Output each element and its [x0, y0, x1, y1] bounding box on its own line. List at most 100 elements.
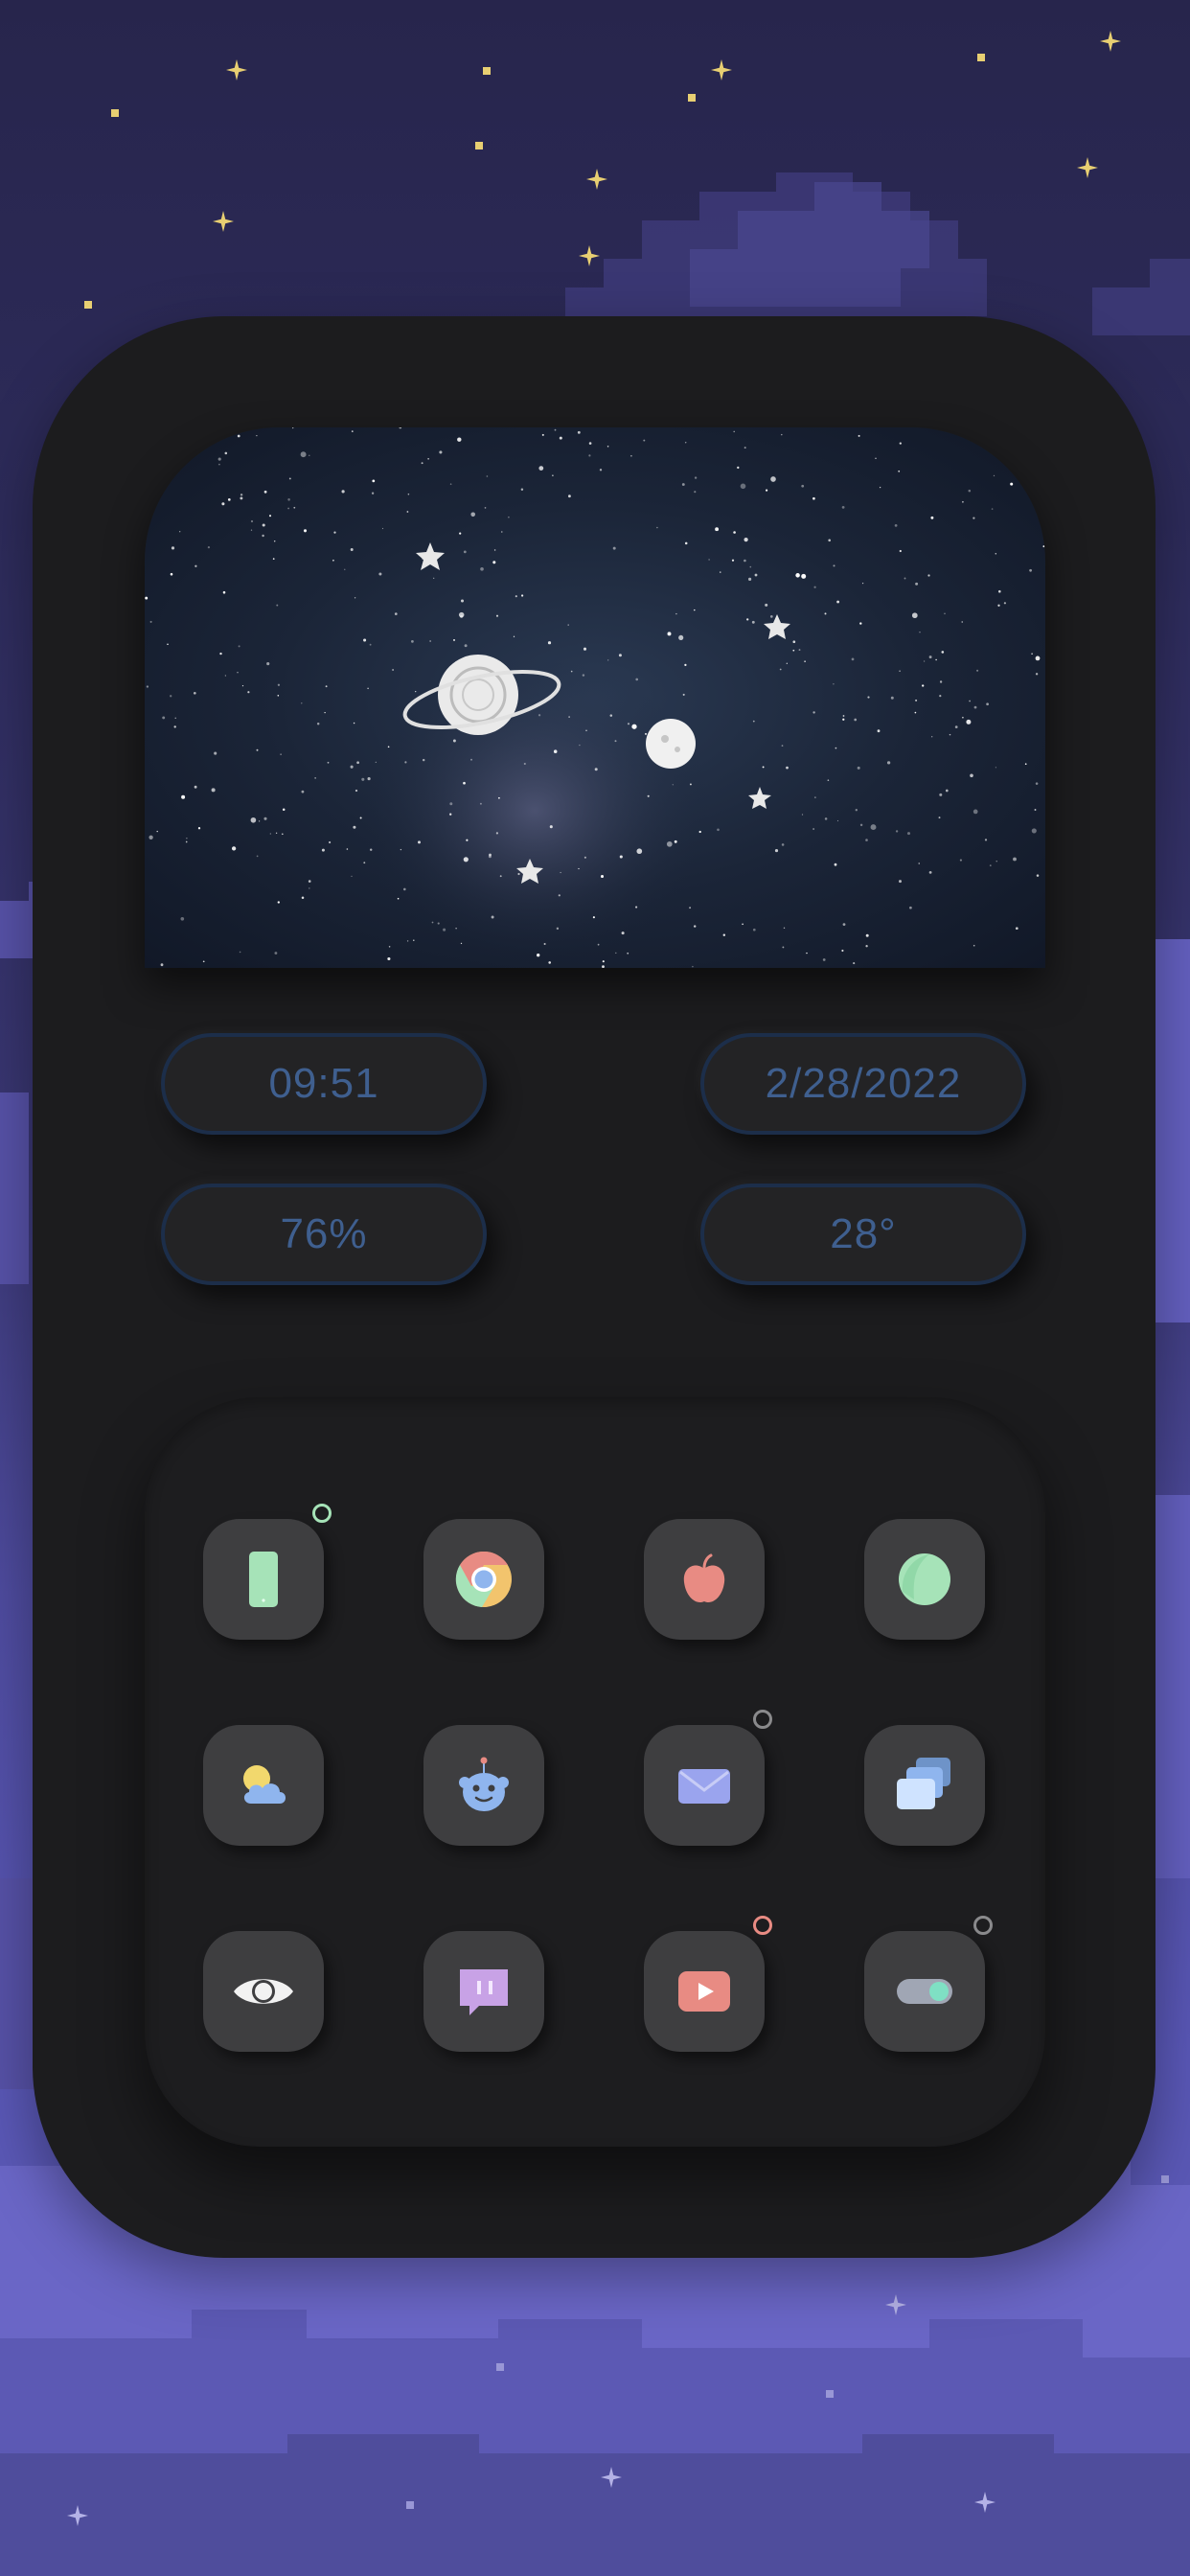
background-star [433, 577, 435, 579]
apple-icon [683, 1553, 725, 1603]
background-star [439, 450, 443, 454]
background-star [792, 649, 795, 652]
background-star [160, 963, 164, 967]
background-star [744, 447, 746, 449]
weather-app-button[interactable] [203, 1725, 324, 1846]
chat-app-button[interactable] [423, 1931, 544, 2052]
mail-app-button[interactable] [644, 1725, 765, 1846]
background-star [262, 534, 264, 538]
background-star [397, 897, 400, 900]
toggle-app-button[interactable] [864, 1931, 985, 2052]
background-star [431, 921, 434, 924]
background-star [779, 668, 782, 671]
background-star [1024, 763, 1027, 766]
background-star [162, 716, 166, 720]
background-star [822, 958, 826, 961]
circle-app-button[interactable] [864, 1519, 985, 1640]
background-star [833, 564, 835, 567]
background-star [274, 952, 278, 954]
background-star [277, 695, 280, 697]
reddit-app-button[interactable] [423, 1725, 544, 1846]
background-star [387, 956, 391, 961]
background-star [174, 717, 176, 719]
background-star [899, 670, 901, 673]
background-star [470, 758, 472, 761]
background-star [353, 825, 356, 829]
chat-icon [460, 1969, 508, 2015]
background-star [600, 874, 605, 879]
cards-app-button[interactable] [864, 1725, 985, 1846]
background-star [495, 614, 499, 617]
background-star [812, 711, 815, 714]
background-star [492, 561, 496, 564]
background-star [282, 808, 286, 812]
background-star [989, 864, 992, 866]
background-star [186, 838, 188, 840]
background-star [520, 488, 524, 492]
background-star [698, 830, 701, 834]
background-star [324, 711, 326, 714]
background-star [387, 746, 390, 748]
background-star [786, 662, 788, 664]
background-star [538, 714, 541, 717]
small-planet-shape [646, 719, 696, 769]
background-star [693, 925, 697, 928]
temperature-widget[interactable]: 28° [700, 1184, 1026, 1285]
background-star [918, 862, 920, 864]
background-star [463, 550, 467, 554]
background-star [585, 729, 587, 732]
background-star [986, 702, 989, 706]
background-star [457, 437, 462, 442]
weather-icon [243, 1765, 286, 1804]
background-star [269, 833, 271, 835]
background-star [1031, 828, 1037, 834]
notification-badge [753, 1710, 772, 1729]
background-star [351, 430, 354, 432]
background-star [552, 474, 554, 477]
background-star [211, 788, 216, 793]
date-widget[interactable]: 2/28/2022 [700, 1033, 1026, 1135]
background-star [515, 595, 517, 598]
background-star [350, 765, 354, 769]
eye-icon [234, 1979, 293, 2004]
background-star [394, 612, 398, 615]
space-illustration [145, 427, 1045, 968]
background-star [520, 594, 524, 597]
background-star [346, 848, 349, 850]
background-star [458, 611, 465, 618]
background-star [899, 880, 902, 884]
background-star [222, 590, 226, 594]
background-star [997, 604, 1000, 607]
apple-app-button[interactable] [644, 1519, 765, 1640]
background-star [827, 779, 830, 782]
eye-app-button[interactable] [203, 1931, 324, 2052]
background-star [935, 658, 937, 661]
background-star [684, 663, 687, 667]
background-star [558, 894, 561, 897]
background-star [449, 802, 453, 806]
background-star [782, 946, 785, 949]
background-star [684, 541, 688, 545]
background-star [824, 612, 827, 615]
background-star [635, 906, 638, 908]
background-star [227, 498, 231, 501]
background-star [915, 699, 918, 702]
youtube-app-button[interactable] [644, 1931, 765, 2052]
battery-widget[interactable]: 76% [161, 1184, 487, 1285]
background-star [899, 549, 902, 553]
background-star [568, 716, 570, 718]
background-star [449, 813, 452, 816]
chrome-app-button[interactable] [423, 1519, 544, 1640]
phone-app-button[interactable] [203, 1519, 324, 1640]
star-dot [496, 2363, 504, 2371]
background-star [769, 615, 773, 618]
background-star [247, 691, 250, 694]
background-star [599, 469, 603, 472]
background-star [1035, 782, 1039, 785]
background-star [911, 612, 918, 619]
background-star [835, 747, 837, 749]
time-widget[interactable]: 09:51 [161, 1033, 487, 1135]
background-star [959, 859, 962, 862]
background-star [459, 532, 462, 535]
background-star [1036, 874, 1040, 877]
